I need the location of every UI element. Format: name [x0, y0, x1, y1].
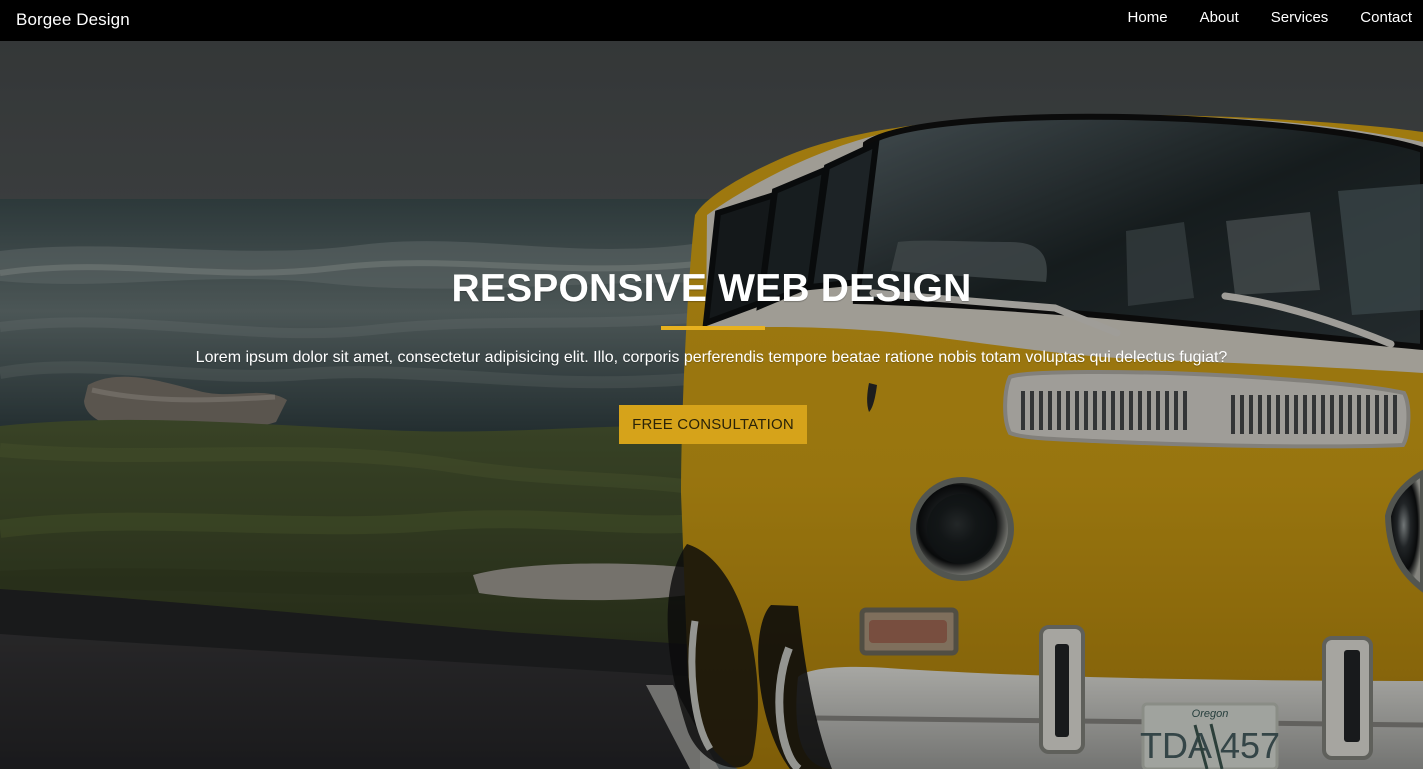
top-navigation: Borgee Design Home About Services Contac…: [0, 0, 1423, 41]
free-consultation-button[interactable]: FREE CONSULTATION: [619, 405, 807, 444]
nav-link-home[interactable]: Home: [1112, 9, 1184, 26]
navigation-links: Home About Services Contact: [1112, 9, 1412, 26]
hero-content: RESPONSIVE WEB DESIGN Lorem ipsum dolor …: [0, 41, 1423, 769]
nav-link-contact[interactable]: Contact: [1344, 9, 1412, 26]
hero-title: RESPONSIVE WEB DESIGN: [451, 267, 972, 310]
title-accent-rule: [661, 326, 765, 330]
brand-logo-link[interactable]: Borgee Design: [16, 10, 130, 30]
nav-link-services[interactable]: Services: [1255, 9, 1345, 26]
hero-banner: Oregon TDA 457 RESPONSIVE WEB DESIGN Lor…: [0, 41, 1423, 769]
nav-link-about[interactable]: About: [1184, 9, 1255, 26]
landing-page: Borgee Design Home About Services Contac…: [0, 0, 1423, 769]
hero-description: Lorem ipsum dolor sit amet, consectetur …: [195, 349, 1228, 366]
